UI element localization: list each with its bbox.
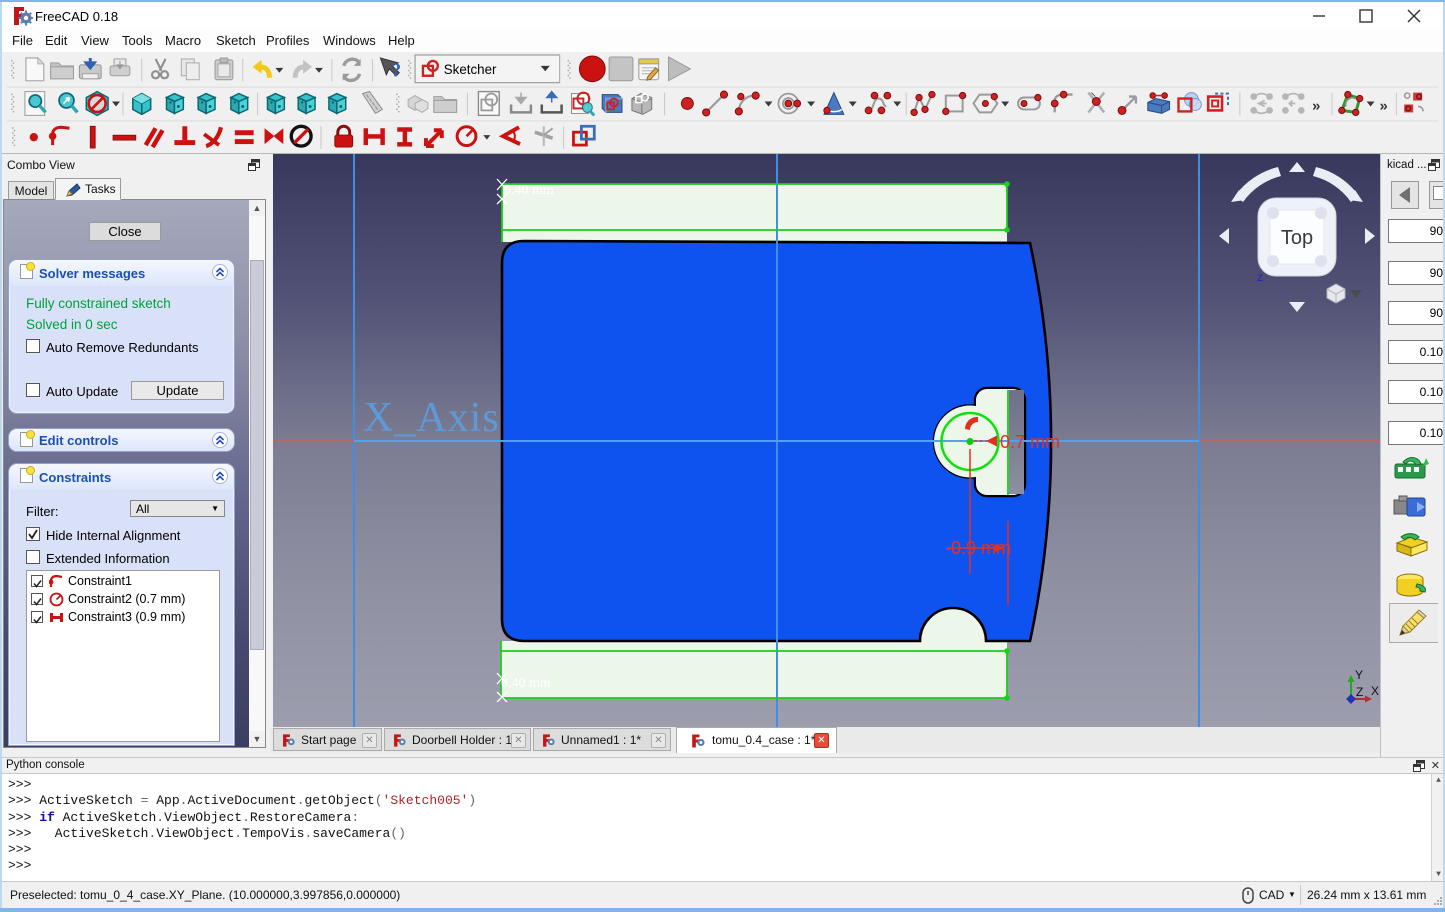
svg-text:Y: Y [1355, 668, 1363, 682]
svg-text:Sketcher: Sketcher [444, 62, 497, 77]
svg-text:X: X [1371, 684, 1379, 698]
svg-text:-0.9 mm: -0.9 mm [945, 538, 1011, 558]
svg-text:»: » [1379, 98, 1387, 114]
svg-text:0.40 mm: 0.40 mm [504, 183, 554, 198]
svg-text:Top: Top [1281, 227, 1313, 249]
svg-text:X_Axis: X_Axis [363, 395, 500, 441]
svg-text:»: » [1312, 98, 1320, 114]
svg-text:z: z [1257, 270, 1263, 284]
svg-text:0.7 mm: 0.7 mm [1000, 432, 1060, 452]
svg-text:?: ? [391, 60, 401, 82]
svg-text:0.40 mm: 0.40 mm [501, 676, 551, 691]
svg-text:Z: Z [1356, 685, 1363, 699]
